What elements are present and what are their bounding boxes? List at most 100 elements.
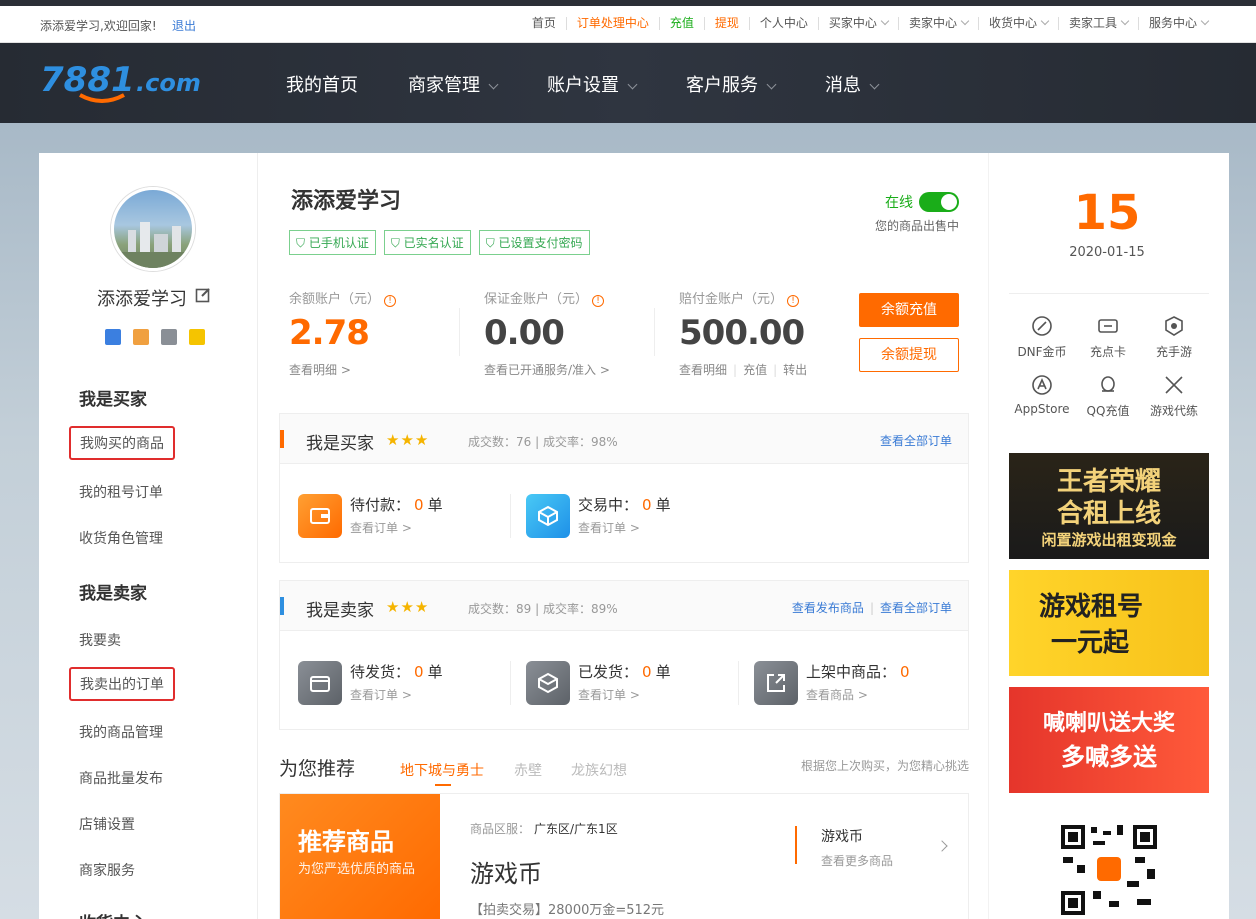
deposit-services-link[interactable]: 查看已开通服务/准入 > xyxy=(484,363,610,377)
quick-mobile-game[interactable]: 充手游 xyxy=(1141,315,1207,360)
balance-detail-link[interactable]: 查看明细 > xyxy=(289,363,351,377)
card-icon xyxy=(1098,319,1118,333)
edit-icon[interactable] xyxy=(195,287,211,303)
item-unit: 单 xyxy=(655,663,671,681)
top-nav-item[interactable]: 收货中心 xyxy=(977,17,1058,30)
recharge-button[interactable]: 余额充值 xyxy=(859,293,959,327)
ad-honor-of-kings[interactable]: 王者荣耀 合租上线 闲置游戏出租变现金 xyxy=(1009,453,1209,559)
center-content: 添添爱学习 ⛉ 已手机认证 ⛉ 已实名认证 ⛉ 已设置支付密码 在线 您的商品出… xyxy=(279,153,969,919)
main-nav-label: 账户设置 xyxy=(547,75,619,96)
online-toggle[interactable] xyxy=(919,191,959,212)
info-icon[interactable]: ! xyxy=(384,295,397,307)
top-nav-item[interactable]: 卖家工具 xyxy=(1057,17,1138,30)
quick-game-boost[interactable]: 游戏代练 xyxy=(1141,374,1207,419)
listed-products[interactable]: 上架中商品： 0 查看商品 > xyxy=(754,661,914,705)
main-nav-item[interactable]: 账户设置 xyxy=(547,71,638,97)
in-transaction[interactable]: 交易中： 0 单查看订单 > xyxy=(526,494,671,538)
top-nav-item[interactable]: 个人中心 xyxy=(748,17,818,30)
avatar[interactable] xyxy=(111,187,195,271)
info-icon[interactable]: ! xyxy=(787,295,800,307)
top-nav-label: 充值 xyxy=(669,16,694,30)
withdraw-button[interactable]: 余额提现 xyxy=(859,338,959,372)
seller-all-orders-link[interactable]: 查看全部订单 xyxy=(880,601,952,615)
tag-realname-verified: ⛉ 已实名认证 xyxy=(383,230,471,255)
menu-sold-orders[interactable]: 我卖出的订单 xyxy=(69,667,175,701)
category-title: 游戏币 xyxy=(821,829,863,845)
zone-value: 广东区/广东1区 xyxy=(534,822,618,836)
top-nav-item[interactable]: 首页 xyxy=(522,17,566,30)
product-name: 游戏币 xyxy=(470,860,542,888)
main-nav: 我的首页 商家管理 账户设置 客户服务 消息 xyxy=(286,71,928,97)
menu-bulk-publish[interactable]: 商品批量发布 xyxy=(79,768,163,788)
quick-point-card[interactable]: 充点卡 xyxy=(1075,315,1141,360)
shipped[interactable]: 已发货： 0 单查看订单 > xyxy=(526,661,671,705)
view-products-link[interactable]: 查看商品 > xyxy=(806,686,914,703)
menu-receiving-roles[interactable]: 收货角色管理 xyxy=(79,528,163,548)
quick-dnf-coin[interactable]: DNF金币 xyxy=(1009,315,1075,360)
compensation-recharge-link[interactable]: 充值 xyxy=(743,363,767,377)
menu-merchant-services[interactable]: 商家服务 xyxy=(79,860,135,880)
menu-sell[interactable]: 我要卖 xyxy=(79,630,121,650)
menu-my-purchases[interactable]: 我购买的商品 xyxy=(69,426,175,460)
view-orders-link[interactable]: 查看订单 > xyxy=(350,519,443,536)
compensation-detail-link[interactable]: 查看明细 xyxy=(679,363,727,377)
logout-link[interactable]: 退出 xyxy=(172,17,196,34)
quick-links: DNF金币 充点卡 充手游 AppStore QQ充值 游戏代练 xyxy=(1009,315,1209,419)
seller-section-title: 我是卖家 xyxy=(79,584,147,604)
item-label: 交易中： xyxy=(578,496,639,514)
main-nav-item[interactable]: 消息 xyxy=(825,71,880,97)
compensation-withdraw-link[interactable]: 转出 xyxy=(783,363,807,377)
identity-verified-icon xyxy=(133,329,149,345)
tab-chibi[interactable]: 赤壁 xyxy=(514,760,542,780)
recommend-card[interactable]: 推荐商品 为您严选优质的商品 商品区服： 广东区/广东1区 游戏币 【拍卖交易】2… xyxy=(279,793,969,919)
chevron-down-icon xyxy=(627,79,638,90)
menu-product-management[interactable]: 我的商品管理 xyxy=(79,722,163,742)
shop-name: 添添爱学习 xyxy=(291,189,402,214)
quick-label: 充点卡 xyxy=(1089,345,1126,359)
box-icon xyxy=(526,494,570,538)
item-unit: 单 xyxy=(655,496,671,514)
tag-phone-verified: ⛉ 已手机认证 xyxy=(289,230,376,255)
divider xyxy=(510,661,511,705)
item-label: 待付款： xyxy=(350,496,411,514)
top-nav-item[interactable]: 买家中心 xyxy=(817,17,898,30)
buyer-all-orders-link[interactable]: 查看全部订单 xyxy=(880,434,952,448)
ad-horn-prize[interactable]: 喊喇叭送大奖 多喊多送 xyxy=(1009,687,1209,793)
active-tab-underline xyxy=(435,784,451,786)
ad-line3: 闲置游戏出租变现金 xyxy=(1041,531,1177,549)
menu-rental-orders[interactable]: 我的租号订单 xyxy=(79,482,163,502)
quick-appstore[interactable]: AppStore xyxy=(1009,374,1075,419)
pending-payment[interactable]: 待付款： 0 单查看订单 > xyxy=(298,494,443,538)
menu-shop-settings[interactable]: 店铺设置 xyxy=(79,814,135,834)
appstore-icon xyxy=(1032,375,1052,395)
external-link-icon xyxy=(754,661,798,705)
recommend-banner: 推荐商品 为您严选优质的商品 xyxy=(280,794,440,919)
product-category[interactable]: 游戏币 查看更多商品 xyxy=(795,826,893,868)
main-nav-item[interactable]: 客户服务 xyxy=(686,71,777,97)
main-nav-item[interactable]: 商家管理 xyxy=(408,71,499,97)
ad-game-rental[interactable]: 游戏租号 一元起 xyxy=(1009,570,1209,676)
ad-line2: 多喊多送 xyxy=(1061,743,1157,771)
logo[interactable]: 7881 .com xyxy=(40,57,212,107)
main-nav-item[interactable]: 我的首页 xyxy=(286,71,358,97)
tab-dnf[interactable]: 地下城与勇士 xyxy=(400,760,484,780)
view-published-link[interactable]: 查看发布商品 xyxy=(792,601,864,615)
tab-dragon-raja[interactable]: 龙族幻想 xyxy=(571,760,627,780)
chevron-down-icon xyxy=(869,79,880,90)
chevron-right-icon[interactable] xyxy=(936,840,948,852)
quick-qq-recharge[interactable]: QQ充值 xyxy=(1075,374,1141,419)
view-orders-link[interactable]: 查看订单 > xyxy=(578,519,671,536)
top-nav-item[interactable]: 服务中心 xyxy=(1137,17,1218,30)
view-orders-link[interactable]: 查看订单 > xyxy=(578,686,671,703)
box-icon xyxy=(526,661,570,705)
accent-bar xyxy=(280,430,284,448)
top-nav-item[interactable]: 提现 xyxy=(703,17,749,30)
view-orders-link[interactable]: 查看订单 > xyxy=(350,686,443,703)
top-nav-item[interactable]: 充值 xyxy=(658,16,704,30)
top-nav-item[interactable]: 订单处理中心 xyxy=(565,17,659,30)
top-nav-label: 首页 xyxy=(531,16,556,30)
info-icon[interactable]: ! xyxy=(592,295,605,307)
pending-shipment[interactable]: 待发货： 0 单查看订单 > xyxy=(298,661,443,705)
top-nav-item[interactable]: 卖家中心 xyxy=(897,17,978,30)
more-products-link[interactable]: 查看更多商品 xyxy=(821,852,893,869)
